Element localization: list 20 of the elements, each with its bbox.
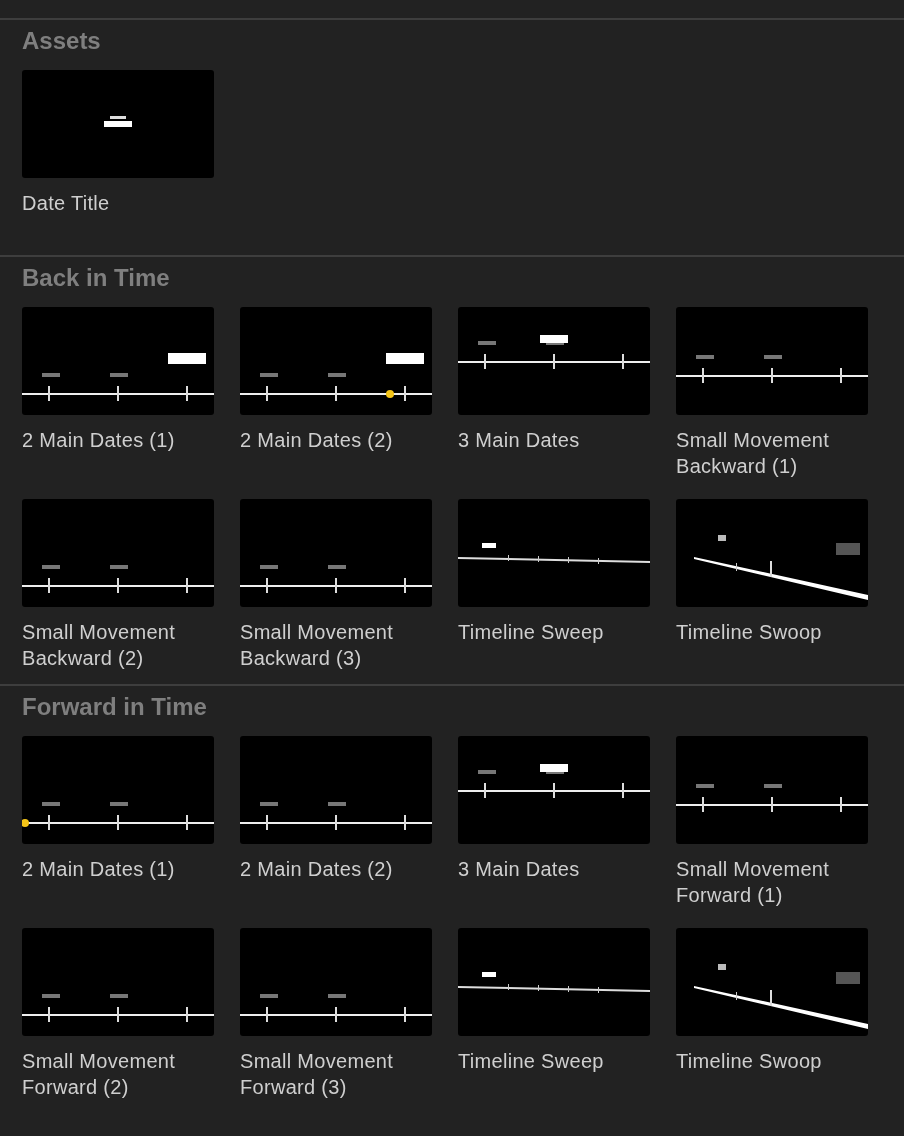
asset-label: Date Title — [22, 191, 110, 216]
asset-label: Small Movement Backward (3) — [240, 620, 395, 671]
asset-label: 3 Main Dates — [458, 428, 580, 453]
asset-label: 2 Main Dates (2) — [240, 428, 393, 453]
asset-label: 2 Main Dates (2) — [240, 857, 393, 882]
asset-label: Timeline Swoop — [676, 620, 822, 645]
asset-label: Timeline Sweep — [458, 1049, 604, 1074]
asset-label: Timeline Sweep — [458, 620, 604, 645]
asset-label: 3 Main Dates — [458, 857, 580, 882]
asset-label: Small Movement Backward (1) — [676, 428, 831, 479]
section-title: Back in Time — [22, 263, 170, 293]
asset-label: Small Movement Forward (2) — [22, 1049, 177, 1100]
asset-label: 2 Main Dates (1) — [22, 857, 175, 882]
asset-label: Small Movement Backward (2) — [22, 620, 177, 671]
asset-label: 2 Main Dates (1) — [22, 428, 175, 453]
section-title: Assets — [22, 26, 101, 56]
section-title: Forward in Time — [22, 692, 207, 722]
asset-label: Small Movement Forward (1) — [676, 857, 831, 908]
asset-label: Small Movement Forward (3) — [240, 1049, 395, 1100]
asset-label: Timeline Swoop — [676, 1049, 822, 1074]
